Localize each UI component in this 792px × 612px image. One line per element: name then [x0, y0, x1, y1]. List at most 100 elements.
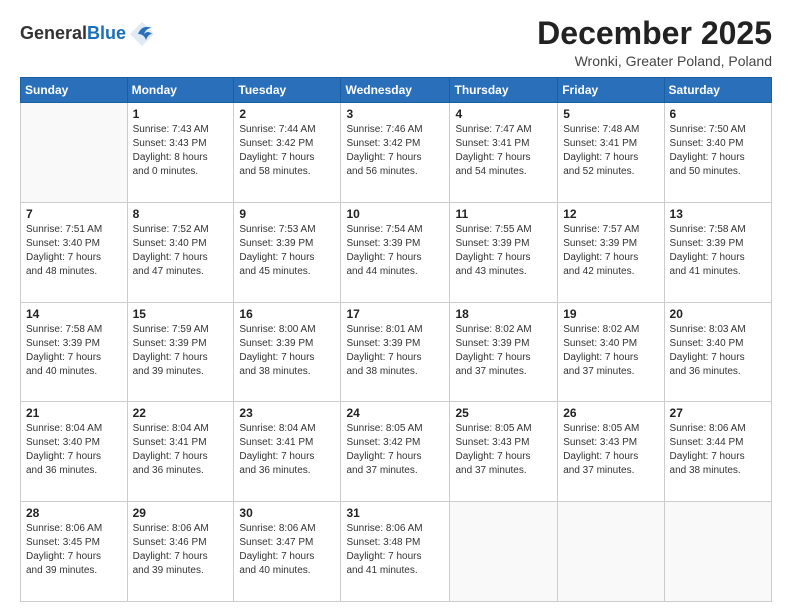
day-number: 30	[239, 506, 335, 520]
day-number: 28	[26, 506, 122, 520]
page: GeneralBlue December 2025 Wronki, Greate…	[0, 0, 792, 612]
day-info: Sunrise: 7:50 AMSunset: 3:40 PMDaylight:…	[670, 123, 766, 179]
day-number: 18	[455, 307, 552, 321]
day-number: 31	[346, 506, 444, 520]
day-number: 19	[563, 307, 658, 321]
table-row	[664, 502, 771, 602]
table-row: 26Sunrise: 8:05 AMSunset: 3:43 PMDayligh…	[558, 402, 664, 502]
table-row: 24 Sunrise: 8:05 AMSunset: 3:42 PMDayligh…	[341, 402, 450, 502]
table-row: 4 Sunrise: 7:47 AMSunset: 3:41 PMDaylight…	[450, 103, 558, 203]
table-row: 27Sunrise: 8:06 AMSunset: 3:44 PMDayligh…	[664, 402, 771, 502]
calendar-header: Sunday Monday Tuesday Wednesday Thursday…	[21, 78, 772, 103]
day-info: Sunrise: 8:04 AMSunset: 3:41 PMDaylight:…	[133, 422, 229, 478]
calendar-row: 14 Sunrise: 7:58 AMSunset: 3:39 PMDayligh…	[21, 302, 772, 402]
day-info: Sunrise: 7:54 AMSunset: 3:39 PMDaylight:…	[346, 223, 444, 279]
day-number: 20	[670, 307, 766, 321]
day-info: Sunrise: 7:46 AMSunset: 3:42 PMDaylight:…	[346, 123, 444, 179]
calendar-body: 1Sunrise: 7:43 AMSunset: 3:43 PMDaylight…	[21, 103, 772, 602]
table-row: 7 Sunrise: 7:51 AMSunset: 3:40 PMDaylight…	[21, 202, 128, 302]
col-sunday: Sunday	[21, 78, 128, 103]
day-number: 12	[563, 207, 658, 221]
day-info: Sunrise: 7:58 AMSunset: 3:39 PMDaylight:…	[26, 323, 122, 379]
logo-text: GeneralBlue	[20, 24, 126, 44]
day-number: 7	[26, 207, 122, 221]
day-info: Sunrise: 8:06 AMSunset: 3:47 PMDaylight:…	[239, 522, 335, 578]
day-info: Sunrise: 8:06 AMSunset: 3:48 PMDaylight:…	[346, 522, 444, 578]
table-row: 14 Sunrise: 7:58 AMSunset: 3:39 PMDayligh…	[21, 302, 128, 402]
day-info: Sunrise: 8:04 AMSunset: 3:40 PMDaylight:…	[26, 422, 122, 478]
day-number: 16	[239, 307, 335, 321]
table-row: 13Sunrise: 7:58 AMSunset: 3:39 PMDayligh…	[664, 202, 771, 302]
day-number: 6	[670, 107, 766, 121]
day-number: 10	[346, 207, 444, 221]
day-info: Sunrise: 8:04 AMSunset: 3:41 PMDaylight:…	[239, 422, 335, 478]
table-row: 31 Sunrise: 8:06 AMSunset: 3:48 PMDayligh…	[341, 502, 450, 602]
day-number: 26	[563, 406, 658, 420]
table-row: 17Sunrise: 8:01 AMSunset: 3:39 PMDayligh…	[341, 302, 450, 402]
table-row: 28Sunrise: 8:06 AMSunset: 3:45 PMDayligh…	[21, 502, 128, 602]
table-row: 22 Sunrise: 8:04 AMSunset: 3:41 PMDayligh…	[127, 402, 234, 502]
day-number: 1	[133, 107, 229, 121]
day-info: Sunrise: 8:02 AMSunset: 3:40 PMDaylight:…	[563, 323, 658, 379]
day-number: 5	[563, 107, 658, 121]
logo-general: General	[20, 23, 87, 43]
day-number: 24	[346, 406, 444, 420]
table-row: 25Sunrise: 8:05 AMSunset: 3:43 PMDayligh…	[450, 402, 558, 502]
table-row: 18 Sunrise: 8:02 AMSunset: 3:39 PMDayligh…	[450, 302, 558, 402]
header-row: Sunday Monday Tuesday Wednesday Thursday…	[21, 78, 772, 103]
day-number: 23	[239, 406, 335, 420]
day-number: 4	[455, 107, 552, 121]
day-info: Sunrise: 7:51 AMSunset: 3:40 PMDaylight:…	[26, 223, 122, 279]
day-info: Sunrise: 7:48 AMSunset: 3:41 PMDaylight:…	[563, 123, 658, 179]
calendar-row: 7 Sunrise: 7:51 AMSunset: 3:40 PMDaylight…	[21, 202, 772, 302]
day-info: Sunrise: 8:02 AMSunset: 3:39 PMDaylight:…	[455, 323, 552, 379]
day-number: 21	[26, 406, 122, 420]
table-row	[450, 502, 558, 602]
header: GeneralBlue December 2025 Wronki, Greate…	[20, 16, 772, 69]
table-row: 9Sunrise: 7:53 AMSunset: 3:39 PMDaylight…	[234, 202, 341, 302]
col-monday: Monday	[127, 78, 234, 103]
table-row: 10 Sunrise: 7:54 AMSunset: 3:39 PMDayligh…	[341, 202, 450, 302]
day-number: 25	[455, 406, 552, 420]
day-info: Sunrise: 7:55 AMSunset: 3:39 PMDaylight:…	[455, 223, 552, 279]
table-row: 23 Sunrise: 8:04 AMSunset: 3:41 PMDayligh…	[234, 402, 341, 502]
calendar: Sunday Monday Tuesday Wednesday Thursday…	[20, 77, 772, 602]
day-info: Sunrise: 7:59 AMSunset: 3:39 PMDaylight:…	[133, 323, 229, 379]
table-row: 2 Sunrise: 7:44 AMSunset: 3:42 PMDaylight…	[234, 103, 341, 203]
table-row: 20Sunrise: 8:03 AMSunset: 3:40 PMDayligh…	[664, 302, 771, 402]
day-number: 2	[239, 107, 335, 121]
table-row: 5 Sunrise: 7:48 AMSunset: 3:41 PMDaylight…	[558, 103, 664, 203]
day-info: Sunrise: 8:01 AMSunset: 3:39 PMDaylight:…	[346, 323, 444, 379]
col-tuesday: Tuesday	[234, 78, 341, 103]
day-number: 22	[133, 406, 229, 420]
table-row: 19 Sunrise: 8:02 AMSunset: 3:40 PMDayligh…	[558, 302, 664, 402]
table-row: 8Sunrise: 7:52 AMSunset: 3:40 PMDaylight…	[127, 202, 234, 302]
col-saturday: Saturday	[664, 78, 771, 103]
table-row: 21 Sunrise: 8:04 AMSunset: 3:40 PMDayligh…	[21, 402, 128, 502]
day-info: Sunrise: 8:06 AMSunset: 3:44 PMDaylight:…	[670, 422, 766, 478]
location-title: Wronki, Greater Poland, Poland	[537, 53, 772, 69]
day-number: 9	[239, 207, 335, 221]
calendar-row: 21 Sunrise: 8:04 AMSunset: 3:40 PMDayligh…	[21, 402, 772, 502]
table-row: 12Sunrise: 7:57 AMSunset: 3:39 PMDayligh…	[558, 202, 664, 302]
day-info: Sunrise: 8:06 AMSunset: 3:46 PMDaylight:…	[133, 522, 229, 578]
day-info: Sunrise: 8:00 AMSunset: 3:39 PMDaylight:…	[239, 323, 335, 379]
table-row: 15Sunrise: 7:59 AMSunset: 3:39 PMDayligh…	[127, 302, 234, 402]
title-block: December 2025 Wronki, Greater Poland, Po…	[537, 16, 772, 69]
day-number: 29	[133, 506, 229, 520]
table-row: 1Sunrise: 7:43 AMSunset: 3:43 PMDaylight…	[127, 103, 234, 203]
logo: GeneralBlue	[20, 20, 156, 48]
table-row: 3 Sunrise: 7:46 AMSunset: 3:42 PMDaylight…	[341, 103, 450, 203]
day-info: Sunrise: 7:47 AMSunset: 3:41 PMDaylight:…	[455, 123, 552, 179]
table-row: 29 Sunrise: 8:06 AMSunset: 3:46 PMDayligh…	[127, 502, 234, 602]
day-number: 3	[346, 107, 444, 121]
day-number: 14	[26, 307, 122, 321]
day-number: 8	[133, 207, 229, 221]
table-row: 6 Sunrise: 7:50 AMSunset: 3:40 PMDaylight…	[664, 103, 771, 203]
col-wednesday: Wednesday	[341, 78, 450, 103]
logo-icon	[128, 20, 156, 48]
day-info: Sunrise: 7:44 AMSunset: 3:42 PMDaylight:…	[239, 123, 335, 179]
table-row: 16 Sunrise: 8:00 AMSunset: 3:39 PMDayligh…	[234, 302, 341, 402]
day-info: Sunrise: 8:05 AMSunset: 3:42 PMDaylight:…	[346, 422, 444, 478]
table-row	[21, 103, 128, 203]
